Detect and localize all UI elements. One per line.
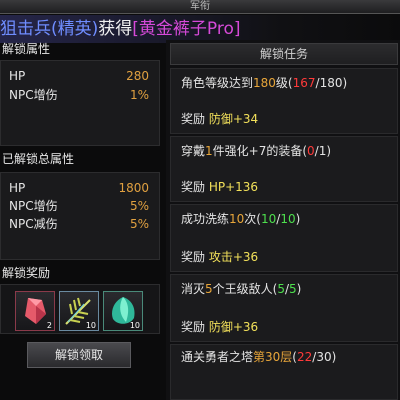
task-progress-max: 180 (319, 76, 343, 90)
task-item: 成功洗练10次(10/10) 奖励 攻击+36 (170, 204, 398, 272)
task-progress-max: 5 (289, 282, 297, 296)
task-desc-highlight: 1 (205, 144, 213, 158)
task-reward-label: 奖励 (181, 180, 206, 194)
task-item: 穿戴1件强化+7的装备(0/1) 奖励 HP+136 (170, 136, 398, 202)
task-desc-text: ) (342, 76, 348, 90)
item-name[interactable]: [黄金裤子Pro] (132, 19, 240, 39)
rewards-panel: 2 10 10 (0, 284, 160, 334)
tasks-column: 解锁任务 角色等级达到180级(167/180) 奖励 防御+34 穿戴1件强化… (166, 40, 400, 400)
task-progress-current: 167 (292, 76, 316, 90)
attr-row: NPC减伤 5% (9, 215, 149, 233)
attr-value: 5% (129, 199, 149, 213)
reward-count: 10 (85, 321, 96, 330)
unlock-attrs-panel: HP 280 NPC增伤 1% (0, 60, 160, 146)
task-desc-text: 成功洗练 (181, 212, 230, 226)
reward-slot[interactable]: 10 (59, 291, 99, 331)
task-item: 通关勇者之塔第30层(22/30) (170, 344, 398, 400)
attr-label: NPC增伤 (9, 199, 58, 213)
task-desc: 通关勇者之塔第30层(22/30) (181, 349, 336, 365)
unit-name: 狙击兵(精英) (0, 19, 99, 39)
obtain-verb: 获得 (98, 19, 133, 39)
task-desc-text: 穿戴 (181, 144, 206, 158)
task-desc: 角色等级达到180级(167/180) (181, 75, 347, 91)
total-attrs-panel: HP 1800 NPC增伤 5% NPC减伤 5% (0, 172, 160, 260)
attr-value: 1% (129, 88, 149, 102)
rewards-title: 解锁奖励 (2, 266, 51, 280)
task-reward-label: 奖励 (181, 112, 206, 126)
tasks-title: 解锁任务 (170, 43, 398, 65)
attr-value: 5% (129, 217, 149, 231)
task-desc-highlight: 180 (253, 76, 276, 90)
task-desc-text: 个王级敌人( (212, 282, 278, 296)
task-desc-text: ) (295, 212, 301, 226)
task-reward-label: 奖励 (181, 320, 206, 334)
task-desc-text: ) (296, 282, 302, 296)
task-desc: 成功洗练10次(10/10) (181, 211, 300, 227)
task-reward: 奖励 HP+136 (181, 179, 258, 195)
task-reward-value: 攻击+36 (208, 250, 259, 264)
task-desc-highlight: 5 (205, 282, 213, 296)
task-desc-text: 角色等级达到 (181, 76, 254, 90)
attr-row: HP 280 (9, 67, 149, 85)
task-desc-text: 消灭 (181, 282, 206, 296)
task-desc: 穿戴1件强化+7的装备(0/1) (181, 143, 331, 159)
attr-value: 280 (126, 69, 149, 83)
attr-label: NPC减伤 (9, 217, 58, 231)
attr-value: 1800 (118, 181, 149, 195)
claim-button[interactable]: 解锁领取 (27, 342, 131, 368)
task-desc-highlight: 10 (229, 212, 245, 226)
unlock-title: 狙击兵(精英)获得[黄金裤子Pro] (0, 15, 400, 43)
task-progress-current: 0 (307, 144, 315, 158)
total-attrs-title: 已解锁总属性 (2, 152, 75, 166)
attr-label: HP (9, 69, 26, 83)
task-progress-max: 10 (280, 212, 296, 226)
attr-label: NPC增伤 (9, 88, 58, 102)
task-item: 角色等级达到180级(167/180) 奖励 防御+34 (170, 68, 398, 134)
task-reward: 奖励 防御+34 (181, 111, 258, 127)
attr-label: HP (9, 181, 26, 195)
task-progress-current: 22 (296, 350, 313, 364)
task-reward-value: 防御+34 (208, 112, 259, 126)
task-item: 消灭5个王级敌人(5/5) 奖励 防御+36 (170, 274, 398, 342)
window-title: 军衔 (190, 1, 210, 12)
reward-count: 10 (129, 321, 140, 330)
unlock-attrs-title: 解锁属性 (2, 42, 51, 56)
task-desc-text: ) (326, 144, 332, 158)
task-reward: 奖励 攻击+36 (181, 249, 258, 265)
reward-slot[interactable]: 2 (15, 291, 55, 331)
task-progress-max: 30 (316, 350, 332, 364)
reward-count: 2 (46, 321, 52, 330)
task-desc-text: 件强化+7的装备( (212, 144, 308, 158)
task-reward-value: HP+136 (208, 180, 259, 194)
task-desc-text: 次( (244, 212, 261, 226)
left-column: 解锁属性 HP 280 NPC增伤 1% 已解锁总属性 HP 1800 NPC增… (0, 40, 162, 400)
task-progress-current: 5 (277, 282, 285, 296)
task-progress-current: 10 (260, 212, 277, 226)
attr-row: HP 1800 (9, 179, 149, 197)
attr-row: NPC增伤 5% (9, 197, 149, 215)
task-reward: 奖励 防御+36 (181, 319, 258, 335)
reward-slot[interactable]: 10 (103, 291, 143, 331)
task-desc-text: 级( (275, 76, 293, 90)
attr-row: NPC增伤 1% (9, 86, 149, 104)
task-desc-text: 通关勇者之塔 (181, 350, 254, 364)
window-title-bar: 军衔 (0, 0, 400, 14)
task-desc-highlight: 第30层 (253, 350, 293, 364)
task-reward-label: 奖励 (181, 250, 206, 264)
task-desc-text: ) (331, 350, 337, 364)
task-reward-value: 防御+36 (208, 320, 259, 334)
task-desc: 消灭5个王级敌人(5/5) (181, 281, 301, 297)
